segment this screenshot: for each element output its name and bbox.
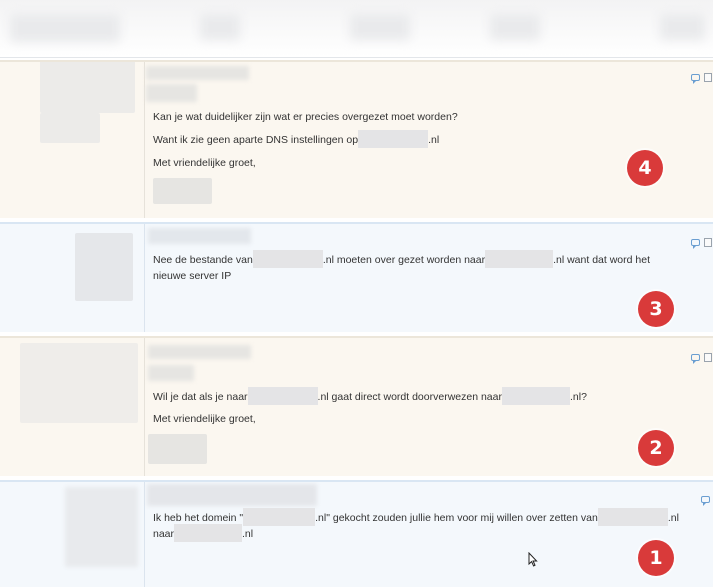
- post-actions: [691, 353, 713, 366]
- quote-icon[interactable]: [691, 239, 700, 249]
- step-badge: 1: [638, 540, 674, 576]
- message-text: Met vriendelijke groet,: [153, 157, 256, 169]
- avatar: [40, 113, 100, 143]
- message-text: Want ik zie geen aparte DNS instellingen…: [153, 129, 439, 148]
- redacted-domain: [243, 507, 316, 526]
- redacted-domain: [501, 386, 570, 405]
- post-date: [146, 84, 197, 102]
- checkbox-icon[interactable]: [704, 353, 712, 362]
- author-name: [148, 345, 251, 359]
- post-author-column: [0, 482, 145, 587]
- post-author-column: [0, 224, 145, 332]
- author-name: [146, 66, 249, 80]
- checkbox-icon[interactable]: [704, 238, 712, 247]
- avatar: [40, 62, 135, 113]
- quote-icon[interactable]: [691, 74, 700, 84]
- author-name: [148, 228, 251, 244]
- message-text: Met vriendelijke groet,: [153, 413, 256, 425]
- post-actions: [691, 73, 713, 86]
- checkbox-icon[interactable]: [704, 73, 712, 82]
- message-text: nieuwe server IP: [153, 270, 232, 282]
- post-actions: [701, 496, 713, 508]
- ticket-post: Nee de bestande van .nl moeten over gezet…: [0, 222, 713, 332]
- header-redacted-block: [490, 14, 540, 40]
- signature-redacted: [153, 178, 212, 204]
- avatar: [20, 343, 138, 423]
- author-name: [147, 484, 317, 506]
- page-header: [0, 0, 713, 58]
- post-author-column: [0, 338, 145, 476]
- ticket-post: Ik heb het domein " .nl" gekocht zouden j…: [0, 480, 713, 587]
- redacted-domain: [247, 386, 318, 405]
- header-redacted-block: [10, 14, 120, 42]
- signature-redacted: [148, 434, 207, 464]
- message-text: Kan je wat duidelijker zijn wat er preci…: [153, 111, 458, 123]
- header-redacted-block: [200, 14, 240, 40]
- redacted-domain: [252, 249, 323, 268]
- mouse-cursor-icon: [528, 552, 538, 567]
- quote-icon[interactable]: [691, 354, 700, 364]
- redacted-domain: [358, 129, 429, 148]
- step-badge: 3: [638, 291, 674, 327]
- header-redacted-block: [660, 14, 705, 40]
- post-actions: [691, 238, 713, 251]
- ticket-post: Kan je wat duidelijker zijn wat er preci…: [0, 60, 713, 218]
- ticket-post: Wil je dat als je naar .nl gaat direct wo…: [0, 336, 713, 476]
- message-text: Wil je dat als je naar .nl gaat direct wo…: [153, 386, 587, 405]
- message-text: Nee de bestande van .nl moeten over gezet…: [153, 249, 650, 268]
- step-badge: 4: [627, 150, 663, 186]
- step-badge: 2: [638, 430, 674, 466]
- avatar: [65, 487, 138, 567]
- avatar: [75, 233, 133, 301]
- redacted-domain: [485, 249, 554, 268]
- redacted-domain: [597, 507, 668, 526]
- post-author-column: [0, 62, 145, 218]
- quote-icon[interactable]: [701, 496, 710, 506]
- message-text: naar .nl: [153, 523, 253, 542]
- post-date: [148, 365, 194, 381]
- redacted-domain: [174, 523, 243, 542]
- header-redacted-block: [350, 14, 410, 40]
